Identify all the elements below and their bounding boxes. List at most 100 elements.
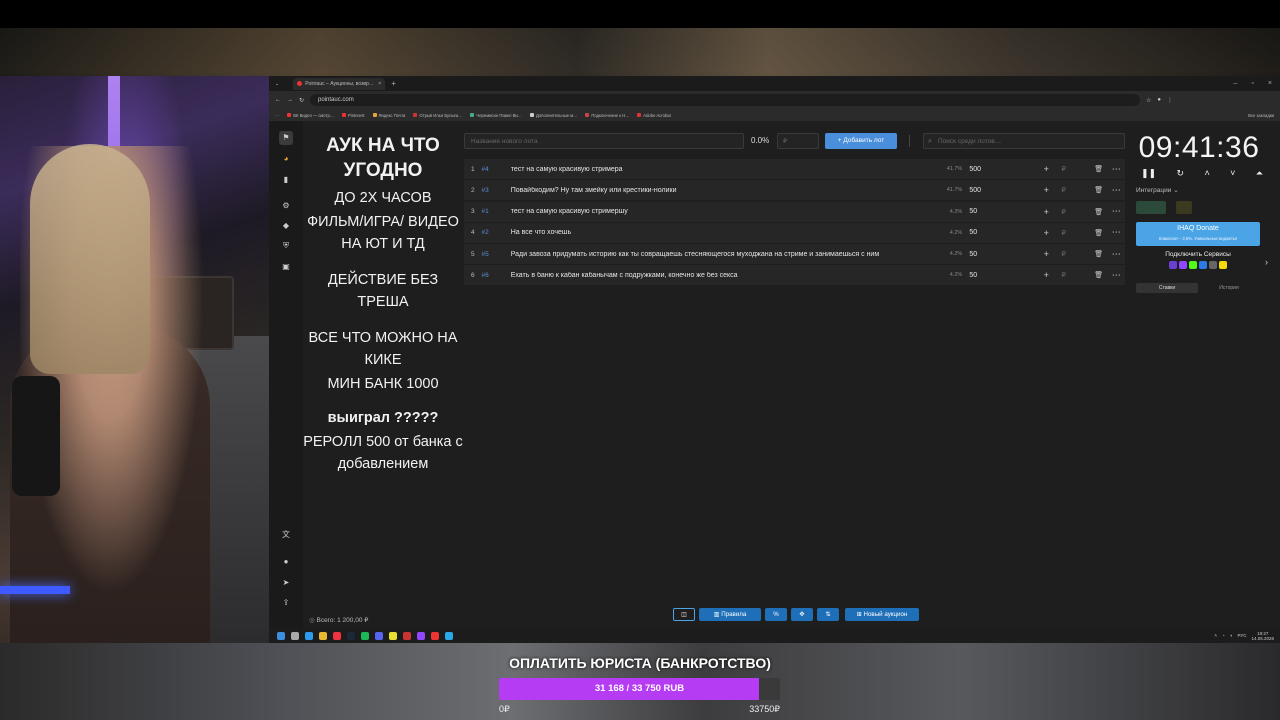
delete-icon[interactable]: 🗑 <box>1090 250 1108 258</box>
add-amount-icon[interactable]: + <box>1037 185 1055 195</box>
minimize-icon[interactable]: – <box>1234 80 1238 87</box>
twitch-taskbar-icon[interactable] <box>417 631 425 640</box>
pause-icon[interactable]: ❚❚ <box>1141 168 1156 179</box>
lot-name-input[interactable]: Название нового лота <box>464 133 744 149</box>
bookmark-item[interactable]: ВК Видео — смотр… <box>287 113 334 118</box>
discord-icon[interactable] <box>375 631 383 640</box>
settings-icon[interactable]: ⚙ <box>279 199 293 213</box>
more-icon[interactable]: ⋯ <box>1108 185 1126 196</box>
bookmark-item[interactable]: Дополнительные м… <box>529 113 577 118</box>
add-amount-icon[interactable]: + <box>1037 207 1055 217</box>
tab-bets[interactable]: Ставки <box>1136 283 1198 293</box>
lot-row[interactable]: 4 #2 На все что хочешь 4.2% 50 + ₽ 🗑 ⋯ <box>464 222 1126 243</box>
layers-icon[interactable]: ◆ <box>279 219 293 233</box>
new-auction-button[interactable]: ⊞ Новый аукцион <box>845 608 919 621</box>
bookmark-star-icon[interactable]: ☆ <box>1146 97 1151 104</box>
auction-icon[interactable]: ⚑ <box>279 131 293 145</box>
clock[interactable]: 19:27 14.05.2026 <box>1251 631 1274 641</box>
bookmark-item[interactable]: Подключение к Н… <box>585 113 629 118</box>
lot-row[interactable]: 3 #1 тест на самую красивую стримершу 4.2% 5… <box>464 201 1125 222</box>
delete-icon[interactable]: 🗑 <box>1090 208 1108 216</box>
back-icon[interactable]: ← <box>275 97 281 103</box>
forward-icon[interactable]: → <box>287 97 293 103</box>
lot-amount[interactable]: 500 <box>962 166 1008 173</box>
lot-row[interactable]: 5 #5 Ради завоза придумать историю как ты … <box>464 244 1126 265</box>
yandex-icon[interactable] <box>431 631 439 640</box>
delete-icon[interactable]: 🗑 <box>1090 271 1108 279</box>
add-amount-icon[interactable]: + <box>1037 270 1055 280</box>
volume-icon[interactable]: ◖ <box>1230 633 1233 638</box>
more-icon[interactable]: ⋯ <box>1108 164 1126 175</box>
search-taskbar-icon[interactable] <box>291 631 299 640</box>
lot-name[interactable]: Ради завоза придумать историю как ты сов… <box>511 251 935 258</box>
more-icon[interactable]: ⋯ <box>1108 270 1126 281</box>
network-icon[interactable]: ◔ <box>1222 633 1225 638</box>
explorer-icon[interactable] <box>319 631 327 640</box>
add-amount-icon[interactable]: + <box>1037 164 1055 174</box>
lot-name[interactable]: тест на самую красивую стримера <box>511 166 935 173</box>
connect-services[interactable]: Подключить Сервисы › <box>1136 251 1268 277</box>
github-icon[interactable]: ● <box>279 555 293 569</box>
apps-icon[interactable]: ⋯ <box>275 113 279 118</box>
steam-icon[interactable] <box>347 631 355 640</box>
delete-icon[interactable]: 🗑 <box>1090 186 1108 194</box>
currency-icon[interactable]: ₽ <box>1055 208 1073 216</box>
lot-row[interactable]: 6 #6 Ехать в баню к кабан кабанычам с подр… <box>464 265 1126 286</box>
currency-icon[interactable]: ₽ <box>1055 165 1073 173</box>
currency-icon[interactable]: ₽ <box>1055 229 1073 237</box>
menu-dots-icon[interactable]: ⋮ <box>1167 97 1173 104</box>
add-lot-button[interactable]: + Добавить лот <box>825 133 897 149</box>
bookmark-item[interactable]: Черемисин Павел Ви… <box>470 113 522 118</box>
lot-row[interactable]: 2 #3 Повайбкодим? Ну там змейку или крести… <box>464 180 1126 201</box>
delete-icon[interactable]: 🗑 <box>1090 229 1108 237</box>
edge-icon[interactable] <box>305 631 313 640</box>
double-up-icon[interactable]: ⏶ <box>1256 168 1263 179</box>
arrow-down-icon[interactable]: ˅ <box>1230 168 1235 179</box>
search-input[interactable]: ⌕ Поиск среди лотов… <box>923 133 1125 149</box>
more-icon[interactable]: ⋯ <box>1108 249 1126 260</box>
lot-amount[interactable]: 50 <box>962 251 1008 258</box>
maximize-icon[interactable]: ▫ <box>1251 80 1253 87</box>
bookmark-item[interactable]: Adobe Acrobat <box>637 113 671 118</box>
telegram-taskbar-icon[interactable] <box>445 631 453 640</box>
shield-icon[interactable]: ⛨ <box>279 239 293 253</box>
delete-icon[interactable]: 🗑 <box>1090 165 1108 173</box>
move-button[interactable]: ✥ <box>791 608 813 621</box>
all-bookmarks[interactable]: Все закладки <box>1248 113 1274 118</box>
profile-icon[interactable]: ● <box>1157 97 1161 103</box>
lot-row[interactable]: 1 #4 тест на самую красивую стримера 41.7% 5… <box>464 159 1125 179</box>
integrations-dropdown[interactable]: Интеграции ⌄ <box>1136 186 1179 194</box>
stats-icon[interactable]: ▮ <box>279 173 293 187</box>
close-window-icon[interactable]: × <box>1268 80 1272 87</box>
lot-amount[interactable]: 50 <box>962 208 1008 215</box>
bookmark-item[interactable]: Яндекс Почта <box>372 113 405 118</box>
tab-history[interactable]: История <box>1198 283 1260 293</box>
percent-button[interactable]: % <box>765 608 787 621</box>
lot-name[interactable]: На все что хочешь <box>511 229 935 236</box>
rules-button[interactable]: ▥ Правила <box>699 608 761 621</box>
integration-badge[interactable] <box>1136 201 1166 214</box>
lot-name[interactable]: Ехать в баню к кабан кабанычам с подружк… <box>511 272 935 279</box>
spotify-icon[interactable] <box>361 631 369 640</box>
currency-icon[interactable]: ₽ <box>1055 250 1073 258</box>
more-icon[interactable]: ⋯ <box>1108 227 1126 238</box>
export-icon[interactable]: ⇪ <box>279 596 293 610</box>
add-amount-icon[interactable]: + <box>1037 228 1055 238</box>
translate-icon[interactable]: 文 <box>279 528 293 542</box>
donate-service-button[interactable]: IHAQ Donate Комиссия – 3,5%. Уникальные … <box>1136 222 1260 246</box>
browser-tab[interactable]: Pointauc – Аукционы, возвр… × <box>293 77 386 90</box>
tray-chevron-icon[interactable]: ˄ <box>1214 633 1217 638</box>
currency-icon[interactable]: ₽ <box>1055 271 1073 279</box>
start-icon[interactable] <box>277 631 285 640</box>
tab-close-icon[interactable]: × <box>378 81 381 87</box>
add-amount-icon[interactable]: + <box>1037 249 1055 259</box>
lot-name[interactable]: тест на самую красивую стримершу <box>511 208 935 215</box>
sort-button[interactable]: ⇅ <box>817 608 839 621</box>
obs-icon[interactable] <box>403 631 411 640</box>
tab-menu-icon[interactable]: ⌄ <box>275 81 279 87</box>
reset-icon[interactable]: ↻ <box>1177 168 1185 179</box>
bookmark-item[interactable]: Отрыв Илья Булыга… <box>413 113 462 118</box>
app-icon[interactable] <box>389 631 397 640</box>
telegram-icon[interactable]: ➤ <box>279 576 293 590</box>
integration-badge-2[interactable] <box>1176 201 1192 214</box>
